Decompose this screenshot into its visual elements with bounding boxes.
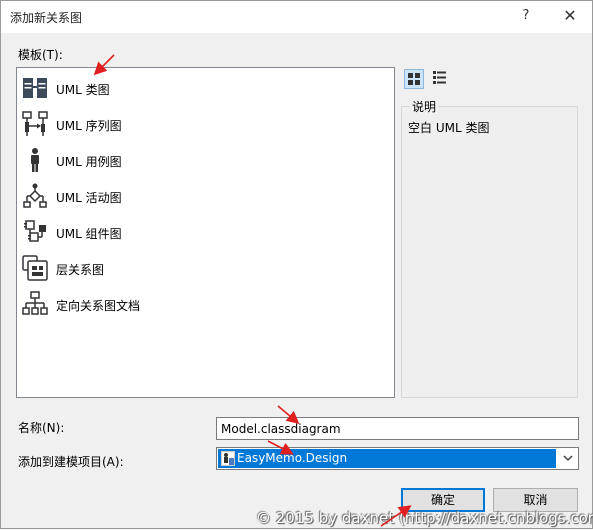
dialog-title: 添加新关系图 [10, 11, 83, 25]
add-new-diagram-dialog: 添加新关系图 ? ✕ 模板(T): UML 类图 UML 序列图 UML 用例图… [0, 0, 593, 529]
template-item-label: UML 序列图 [56, 119, 122, 133]
template-item-uml-sequence[interactable]: UML 序列图 [17, 108, 387, 138]
layer-diagram-icon [22, 255, 48, 281]
project-select-value: EasyMemo.Design [237, 451, 348, 465]
description-panel: 空白 UML 类图 [401, 106, 578, 398]
close-button[interactable]: ✕ [561, 6, 579, 25]
name-input-value: Model.classdiagram [221, 422, 341, 436]
template-item-uml-activity[interactable]: UML 活动图 [17, 180, 387, 210]
directed-graph-icon [22, 291, 48, 315]
template-list[interactable]: UML 类图 UML 序列图 UML 用例图 UML 活动图 UML 组件图 层… [16, 67, 395, 398]
template-item-label: UML 用例图 [56, 155, 122, 169]
grid-view-icon [408, 73, 420, 85]
template-item-uml-component[interactable]: UML 组件图 [17, 216, 387, 246]
uml-component-diagram-icon [24, 220, 46, 242]
chevron-down-icon [563, 455, 573, 462]
template-label: 模板(T): [18, 48, 63, 62]
uml-use-case-diagram-icon [31, 148, 39, 172]
uml-activity-diagram-icon [23, 183, 47, 208]
list-view-button[interactable] [430, 69, 450, 89]
title-bar: 添加新关系图 ? ✕ [1, 1, 592, 33]
list-view-icon [433, 71, 446, 84]
template-item-directed-graph[interactable]: 定向关系图文档 [17, 288, 387, 318]
name-input[interactable]: Model.classdiagram [216, 417, 579, 440]
template-item-label: UML 组件图 [56, 227, 122, 241]
template-item-label: UML 活动图 [56, 191, 122, 205]
help-button[interactable]: ? [519, 8, 533, 23]
project-select-selection: EasyMemo.Design [218, 449, 556, 468]
modeling-project-icon [221, 451, 235, 466]
template-item-label: UML 类图 [56, 83, 110, 97]
description-heading: 说明 [410, 98, 439, 115]
uml-class-diagram-icon [23, 78, 47, 98]
template-item-label: 定向关系图文档 [56, 299, 141, 313]
name-label: 名称(N): [18, 421, 65, 435]
large-icons-view-button[interactable] [404, 69, 424, 89]
template-item-label: 层关系图 [56, 263, 105, 277]
uml-sequence-diagram-icon [22, 111, 48, 136]
project-select[interactable]: EasyMemo.Design [216, 447, 579, 470]
project-label: 添加到建模项目(A): [18, 455, 124, 469]
template-item-layer[interactable]: 层关系图 [17, 252, 387, 282]
template-item-uml-use-case[interactable]: UML 用例图 [17, 144, 387, 174]
watermark-text: © 2015 by daxnet (http://daxnet.cnblogs.… [256, 509, 593, 527]
description-text: 空白 UML 类图 [408, 121, 490, 135]
template-item-uml-class[interactable]: UML 类图 [17, 72, 387, 102]
